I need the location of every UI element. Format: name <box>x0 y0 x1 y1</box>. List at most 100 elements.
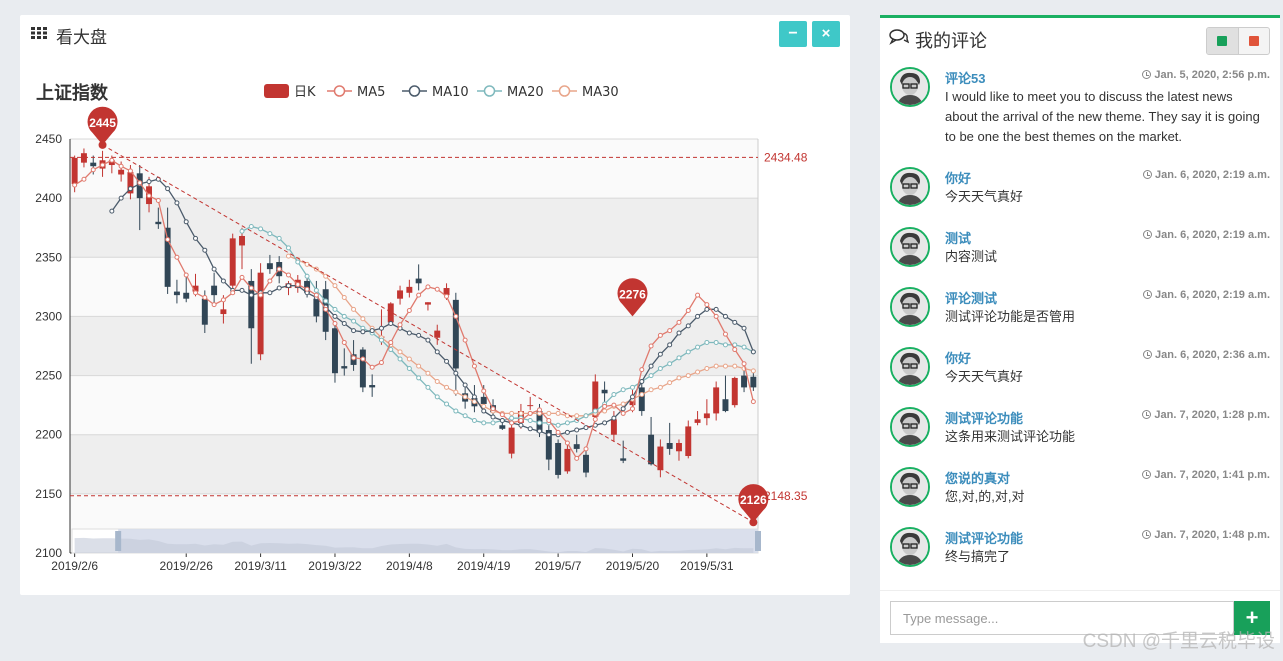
ma20-point <box>267 231 273 237</box>
ma5-point <box>611 402 617 408</box>
ma20-point <box>351 318 357 324</box>
avatar[interactable] <box>890 227 930 267</box>
ma5-point <box>174 254 180 260</box>
minimize-button[interactable]: − <box>779 21 807 47</box>
avatar[interactable] <box>890 347 930 387</box>
message-time: Jan. 6, 2020, 2:19 a.m. <box>1143 289 1270 301</box>
ma10-point <box>220 278 226 284</box>
ma5-point <box>481 388 487 394</box>
green-toggle-button[interactable] <box>1207 28 1239 54</box>
ma5-point <box>397 322 403 328</box>
avatar[interactable] <box>890 407 930 447</box>
data-zoom-slider[interactable] <box>71 528 761 554</box>
avatar[interactable] <box>890 287 930 327</box>
ma5-point <box>313 292 319 298</box>
candle <box>359 347 366 393</box>
message-time: Jan. 6, 2020, 2:19 a.m. <box>1143 169 1270 181</box>
ma5-point <box>741 361 747 367</box>
ma5-point <box>100 162 106 168</box>
message-author[interactable]: 评论测试 <box>945 288 997 307</box>
legend-marker <box>333 85 346 97</box>
ma20-point <box>304 273 310 279</box>
ma10-point <box>741 325 747 331</box>
message-author[interactable]: 你好 <box>945 348 971 367</box>
legend-item[interactable]: MA20 <box>477 85 544 100</box>
clock-icon <box>1142 70 1152 79</box>
clock-icon <box>1143 290 1153 299</box>
ma10-point <box>676 330 682 336</box>
ma30-point <box>425 370 431 376</box>
legend-item[interactable]: MA30 <box>552 85 619 100</box>
candlestick-chart[interactable]: 2100 2150 2200 2250 2300 2350 2400 2450 2019/2/6… <box>20 53 850 593</box>
candle-body <box>164 227 171 287</box>
ma5-point <box>434 286 440 292</box>
ma20-point <box>509 415 515 421</box>
ma10-point <box>248 292 254 298</box>
candle-body <box>313 298 320 317</box>
ma20-point <box>611 391 617 397</box>
ma5-point <box>555 429 561 435</box>
ma10-point <box>685 323 691 329</box>
ma5-point <box>713 313 719 319</box>
message-author[interactable]: 测试评论功能 <box>945 528 1023 547</box>
ma5-point <box>360 356 366 362</box>
candle-body <box>71 157 78 184</box>
clock-icon <box>1143 170 1153 179</box>
ma10-point <box>490 414 496 420</box>
message-author[interactable]: 测试 <box>945 228 971 247</box>
message-time-text: Jan. 7, 2020, 1:41 p.m. <box>1154 469 1270 481</box>
ma5-point <box>499 412 505 418</box>
ma5-point <box>304 286 310 292</box>
candle-body <box>201 298 208 325</box>
candle-body <box>703 413 710 419</box>
ma20-point <box>332 306 338 312</box>
x-tick-label: 2019/4/19 <box>457 559 511 573</box>
ma5-point <box>295 281 301 287</box>
ma30-point <box>360 316 366 322</box>
mark-point-label: 2445 <box>89 116 116 130</box>
message-item: 评论53 Jan. 5, 2020, 2:56 p.m. I would like … <box>880 67 1280 144</box>
ma10-point <box>657 351 663 357</box>
legend-item[interactable]: 日K <box>264 84 316 100</box>
candle-body <box>741 375 748 388</box>
message-text: 今天天气真好 <box>945 189 1024 204</box>
message-time: Jan. 6, 2020, 2:19 a.m. <box>1143 229 1270 241</box>
ma20-point <box>555 422 561 428</box>
legend-item[interactable]: MA10 <box>402 85 469 100</box>
candle-body <box>452 299 459 369</box>
message-author[interactable]: 评论53 <box>945 68 985 87</box>
ma30-point <box>620 401 626 407</box>
avatar[interactable] <box>890 67 930 107</box>
candle-body <box>694 419 701 423</box>
ma10-point <box>332 313 338 319</box>
y-tick-label: 2250 <box>35 369 62 383</box>
legend-item[interactable]: MA5 <box>327 85 385 100</box>
candle-body <box>387 303 394 323</box>
legend-label: MA30 <box>582 85 619 100</box>
candle-body <box>657 446 664 471</box>
message-author[interactable]: 您说的真对 <box>945 468 1010 487</box>
ma20-point <box>444 401 450 407</box>
message-author[interactable]: 测试评论功能 <box>945 408 1023 427</box>
message-author[interactable]: 你好 <box>945 168 971 187</box>
ma20-point <box>295 259 301 265</box>
avatar[interactable] <box>890 167 930 207</box>
ma20-point <box>648 373 654 379</box>
candle-body <box>369 385 376 388</box>
ma20-point <box>667 361 673 367</box>
close-button[interactable]: × <box>812 21 840 47</box>
ma20-point <box>313 287 319 293</box>
ma20-point <box>462 413 468 419</box>
ma10-point <box>481 408 487 414</box>
ma5-point <box>732 347 738 353</box>
avatar[interactable] <box>890 467 930 507</box>
message-time: Jan. 5, 2020, 2:56 p.m. <box>1142 69 1270 81</box>
ma5-point <box>351 355 357 361</box>
avatar[interactable] <box>890 527 930 567</box>
message-item: 评论测试 Jan. 6, 2020, 2:19 a.m. 测试评论功能是否管用 <box>880 287 1280 347</box>
ma5-point <box>676 319 682 325</box>
ma20-point <box>323 298 329 304</box>
ma30-point <box>639 391 645 397</box>
ma10-point <box>388 321 394 327</box>
ma30-point <box>676 375 682 381</box>
